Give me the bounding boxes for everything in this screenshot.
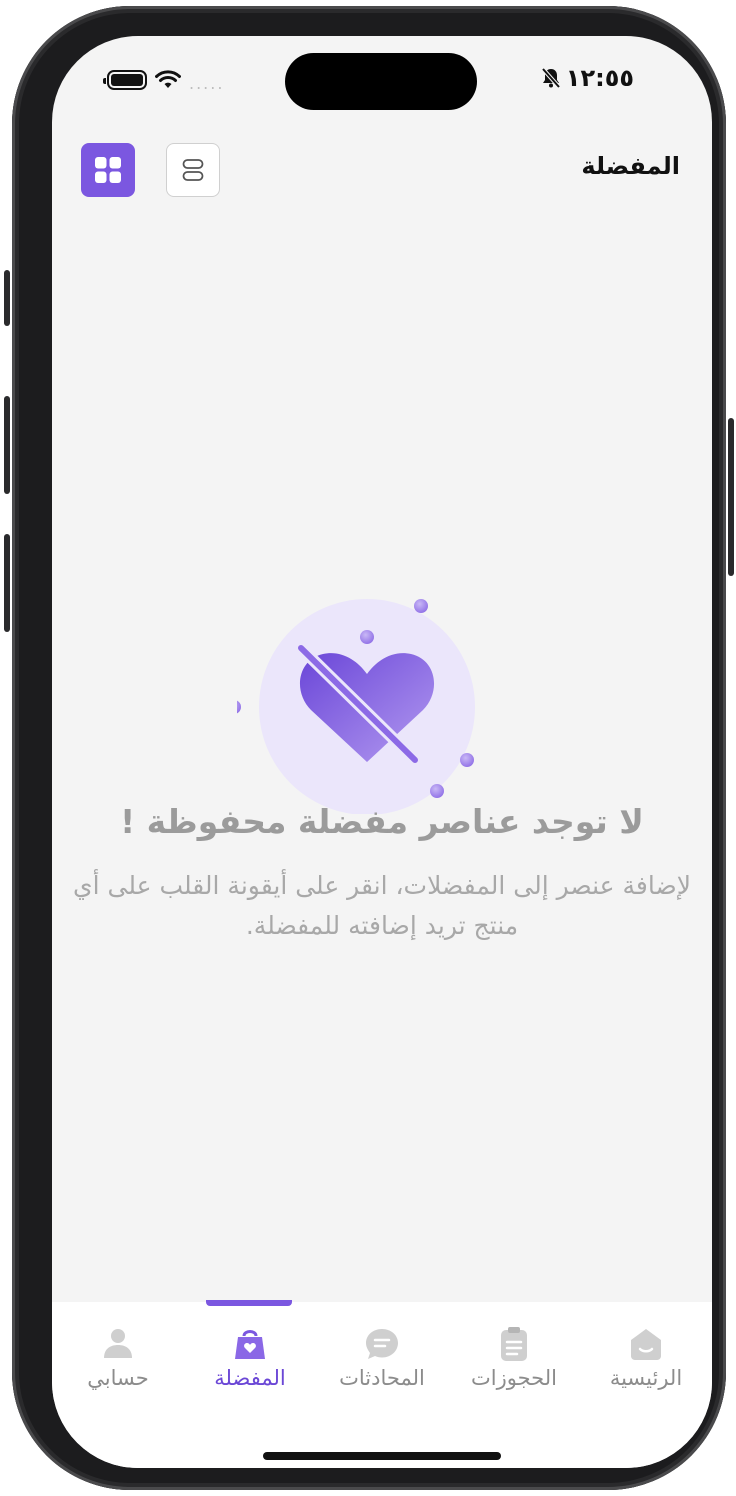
bottom-tab-bar: حسابي المفضلة المحادثات الحجوزات الرئيسي… [52, 1300, 712, 1468]
tab-favorites-label: المفضلة [214, 1366, 286, 1390]
chat-icon [366, 1329, 398, 1359]
volume-up-button [4, 396, 10, 494]
home-indicator [263, 1452, 501, 1460]
tab-bookings[interactable]: الحجوزات [448, 1302, 580, 1412]
screen: ..... ١٢:٥٥ المفضلة لا توجد عناصر مفضلة … [52, 36, 712, 1468]
battery-icon [103, 70, 147, 90]
status-time: ١٢:٥٥ [565, 64, 634, 92]
clipboard-icon [501, 1327, 527, 1361]
bell-muted-icon [541, 67, 561, 89]
heart-bag-icon [235, 1330, 265, 1359]
home-icon [631, 1329, 661, 1360]
page-title: المفضلة [581, 152, 680, 180]
signal-dots: ..... [189, 73, 225, 93]
person-icon [104, 1329, 132, 1358]
volume-down-button [4, 534, 10, 632]
grid-icon [95, 157, 121, 183]
empty-state-description: لإضافة عنصر إلى المفضلات، انقر على أيقون… [73, 871, 691, 940]
status-left: ..... [103, 68, 225, 93]
tab-favorites[interactable]: المفضلة [184, 1302, 316, 1412]
mute-switch [4, 270, 10, 326]
list-view-button[interactable] [166, 143, 220, 197]
phone-frame: ..... ١٢:٥٥ المفضلة لا توجد عناصر مفضلة … [4, 6, 734, 1490]
grid-view-button[interactable] [81, 143, 135, 197]
tab-home[interactable]: الرئيسية [580, 1302, 712, 1412]
tab-account[interactable]: حسابي [52, 1302, 184, 1412]
empty-state-title: لا توجد عناصر مفضلة محفوظة ! [120, 802, 644, 841]
tab-home-label: الرئيسية [609, 1366, 683, 1390]
list-icon [182, 159, 204, 181]
power-button [728, 418, 734, 576]
tab-chats[interactable]: المحادثات [316, 1302, 448, 1412]
tab-chats-label: المحادثات [339, 1366, 425, 1390]
wifi-icon [155, 70, 181, 88]
status-right: ١٢:٥٥ [540, 64, 634, 92]
tab-bookings-label: الحجوزات [471, 1366, 557, 1390]
no-favorites-illustration [237, 599, 475, 814]
dynamic-island [285, 53, 477, 110]
tab-account-label: حسابي [87, 1366, 149, 1390]
